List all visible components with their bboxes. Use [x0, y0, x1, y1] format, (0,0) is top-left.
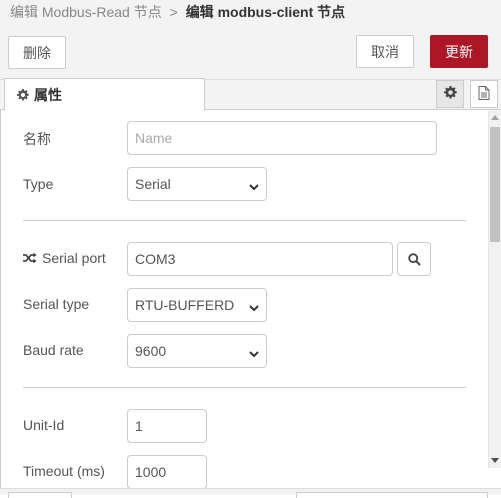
type-select-value: Serial: [135, 176, 171, 192]
scroll-thumb[interactable]: [490, 127, 500, 242]
chevron-down-icon: [249, 300, 259, 316]
cancel-button[interactable]: 取消: [356, 35, 414, 68]
timeout-input[interactable]: 1000: [127, 455, 207, 488]
breadcrumb: 编辑 Modbus-Read 节点 > 编辑 modbus-client 节点: [0, 0, 501, 24]
description-tab-button[interactable]: [470, 80, 498, 108]
serial-port-label: Serial port: [42, 250, 106, 266]
tab-properties[interactable]: 属性: [4, 78, 205, 111]
unit-id-input[interactable]: 1: [127, 409, 207, 443]
properties-form: 名称 Name Type Serial Serial port COM3 Ser…: [0, 110, 488, 488]
type-select[interactable]: Serial: [127, 167, 267, 201]
unit-id-label: Unit-Id: [23, 417, 65, 433]
editor-toolbar: 删除 取消 更新: [0, 24, 501, 80]
section-divider: [23, 387, 466, 388]
chevron-down-icon: [249, 346, 259, 362]
bottom-button-right[interactable]: [296, 492, 488, 498]
bottom-button-left[interactable]: [8, 492, 72, 498]
section-divider: [23, 220, 466, 221]
baud-rate-select[interactable]: 9600: [127, 334, 267, 368]
scroll-up-arrow[interactable]: [491, 115, 499, 120]
timeout-label: Timeout (ms): [23, 463, 105, 479]
bottom-tray: [0, 488, 501, 498]
type-label: Type: [23, 176, 54, 192]
tab-bar: 属性: [0, 78, 501, 111]
document-icon: [478, 85, 490, 103]
chevron-down-icon: [249, 179, 259, 195]
gear-icon: [17, 88, 29, 101]
delete-button[interactable]: 删除: [8, 36, 66, 69]
search-icon: [407, 252, 421, 266]
breadcrumb-separator: >: [169, 4, 178, 20]
breadcrumb-current: 编辑 modbus-client 节点: [185, 4, 346, 20]
serial-port-input[interactable]: COM3: [127, 242, 393, 276]
settings-tab-button[interactable]: [436, 80, 464, 108]
serial-type-label: Serial type: [23, 296, 90, 312]
name-input[interactable]: Name: [127, 121, 437, 155]
serial-type-select-value: RTU-BUFFERD: [135, 297, 235, 313]
tab-properties-label: 属性: [34, 86, 62, 103]
serial-type-select[interactable]: RTU-BUFFERD: [127, 288, 267, 322]
gear-icon: [443, 86, 457, 102]
breadcrumb-parent[interactable]: 编辑 Modbus-Read 节点: [10, 4, 162, 20]
form-scrollbar[interactable]: [488, 110, 501, 468]
serial-port-search-button[interactable]: [397, 242, 431, 276]
scroll-down-arrow[interactable]: [491, 458, 499, 463]
baud-rate-select-value: 9600: [135, 343, 167, 359]
update-button[interactable]: 更新: [430, 35, 488, 68]
baud-rate-label: Baud rate: [23, 342, 84, 358]
name-label: 名称: [23, 131, 51, 147]
serial-port-label-row: Serial port: [23, 250, 106, 266]
shuffle-icon: [23, 252, 37, 264]
